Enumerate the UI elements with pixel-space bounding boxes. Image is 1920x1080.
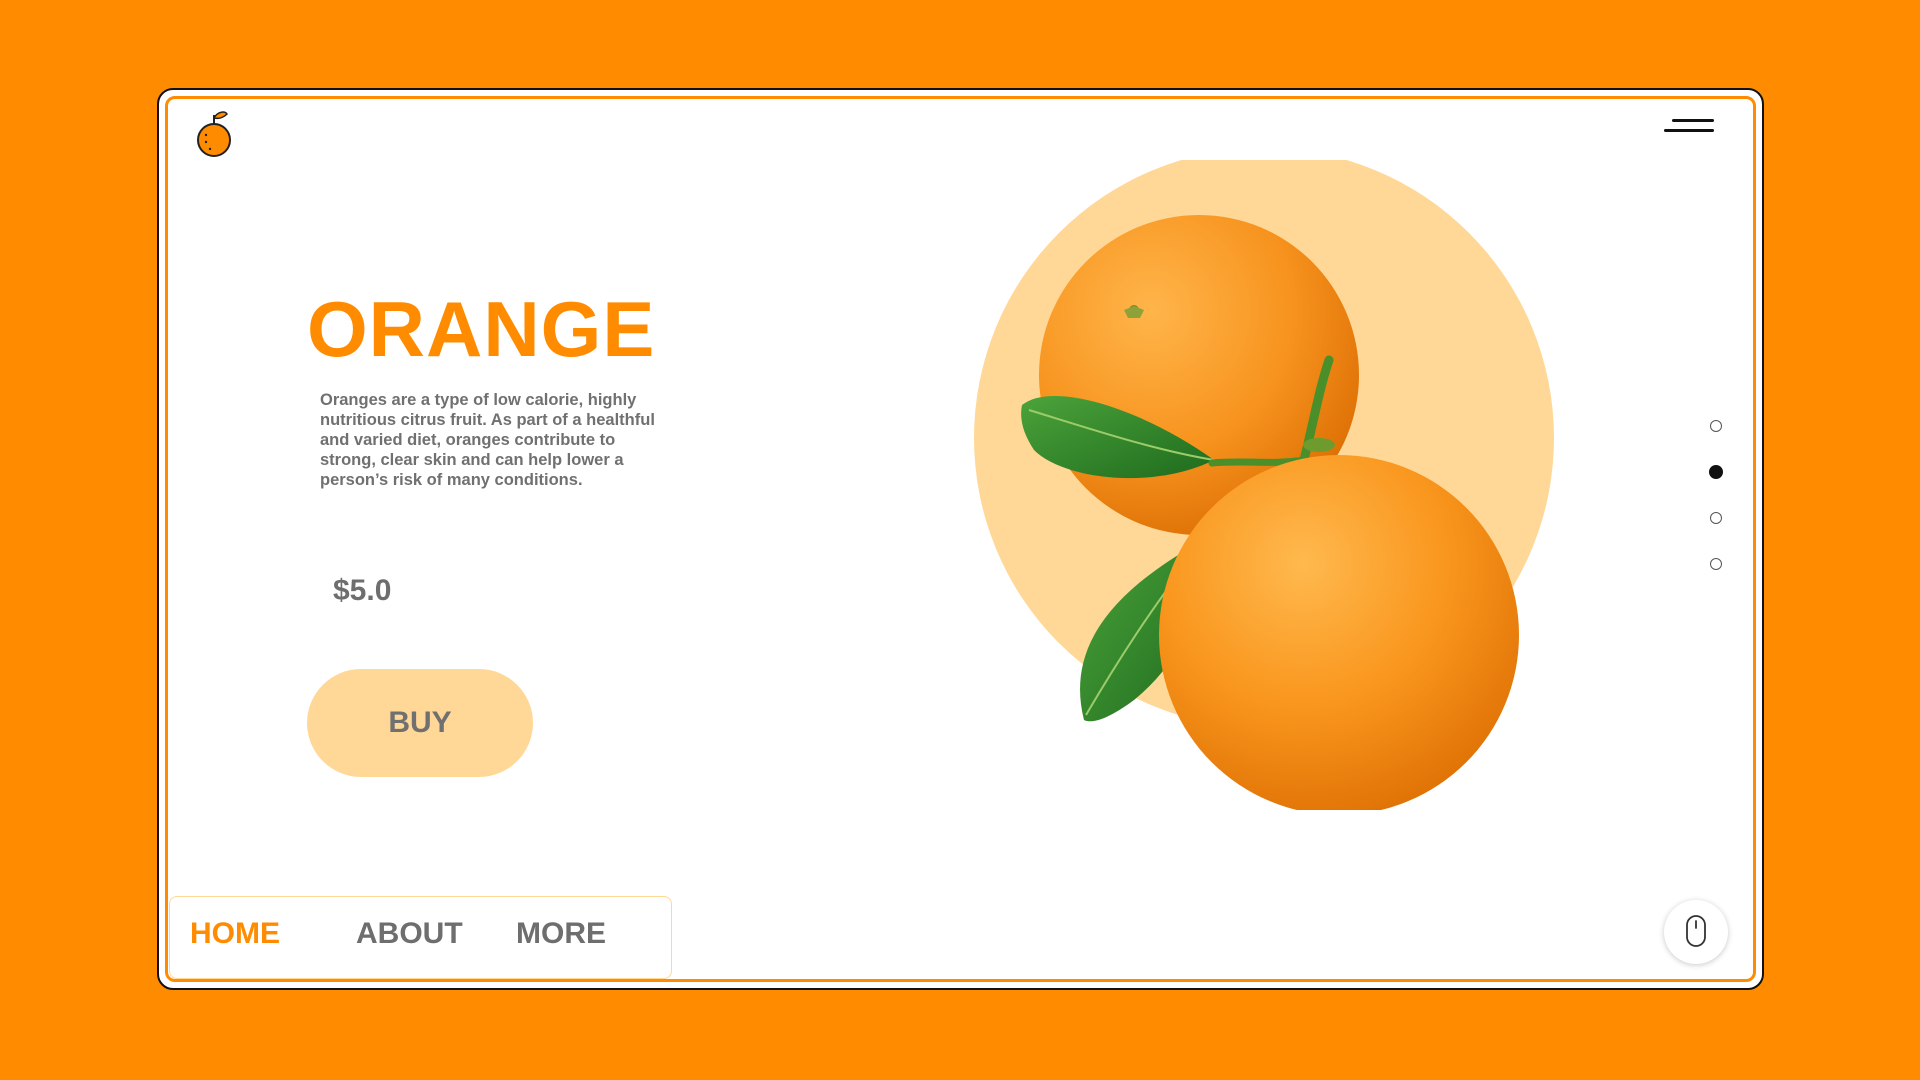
orange-fruit-icon[interactable] [194, 108, 234, 162]
front-orange [1159, 455, 1519, 815]
nav-item-about[interactable]: ABOUT [356, 917, 463, 951]
product-description: Oranges are a type of low calorie, highl… [320, 391, 655, 489]
product-title: ORANGE [307, 285, 656, 373]
menu-line [1672, 119, 1714, 122]
scroll-down-button[interactable] [1664, 900, 1728, 964]
slider-dot-3[interactable] [1710, 512, 1722, 524]
nav-item-more[interactable]: MORE [516, 917, 606, 951]
nav-item-home[interactable]: HOME [190, 917, 280, 951]
buy-button[interactable]: BUY [307, 669, 533, 777]
mouse-scroll-icon [1686, 915, 1706, 947]
slider-dot-2[interactable] [1709, 465, 1723, 479]
landing-card: ORANGE Oranges are a type of low calorie… [157, 88, 1764, 990]
menu-line [1664, 129, 1714, 132]
slider-dot-4[interactable] [1710, 558, 1722, 570]
hamburger-menu-icon[interactable] [1664, 115, 1716, 137]
product-hero-image [974, 148, 1634, 815]
product-price: $5.0 [333, 574, 392, 607]
bottom-nav: HOME ABOUT MORE [169, 896, 672, 979]
slider-dot-1[interactable] [1710, 420, 1722, 432]
